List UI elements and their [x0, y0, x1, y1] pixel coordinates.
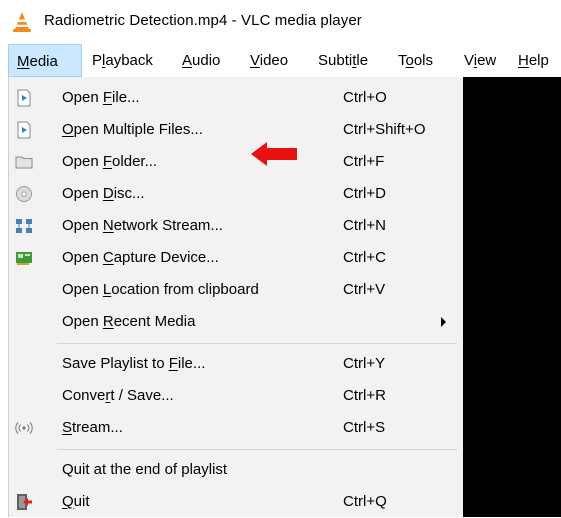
- menu-media[interactable]: Media: [8, 44, 82, 77]
- menu-bar: Media Playback Audio Video Subtitle Tool…: [0, 44, 561, 77]
- menu-item-label: Save Playlist to File...: [62, 355, 206, 372]
- menu-item-open-location-clipboard[interactable]: Open Location from clipboard Ctrl+V: [9, 274, 462, 306]
- vlc-cone-icon: [13, 12, 31, 32]
- menu-item-label: Quit: [62, 493, 90, 510]
- shortcut-label: Ctrl+F: [343, 153, 385, 170]
- shortcut-label: Ctrl+R: [343, 387, 386, 404]
- menu-item-open-multiple-files[interactable]: Open Multiple Files... Ctrl+Shift+O: [9, 114, 462, 146]
- menu-item-quit[interactable]: Quit Ctrl+Q: [9, 486, 462, 518]
- files-play-icon: [17, 121, 31, 139]
- folder-icon: [15, 156, 33, 169]
- menu-item-label: Open Multiple Files...: [62, 121, 203, 138]
- menu-item-label: Stream...: [62, 419, 123, 436]
- menu-item-label: Open Capture Device...: [62, 249, 219, 266]
- video-area[interactable]: [463, 77, 561, 517]
- menu-item-save-playlist[interactable]: Save Playlist to File... Ctrl+Y: [9, 348, 462, 380]
- menu-help[interactable]: Help: [510, 44, 557, 77]
- menu-playback[interactable]: Playback: [84, 44, 161, 77]
- menu-media-label: Media: [17, 53, 58, 70]
- menu-item-open-recent-media[interactable]: Open Recent Media: [9, 306, 462, 338]
- shortcut-label: Ctrl+C: [343, 249, 386, 266]
- menu-item-label: Open Recent Media: [62, 313, 196, 330]
- menu-video[interactable]: Video: [242, 44, 296, 77]
- red-arrow-annotation-icon: [251, 142, 297, 166]
- file-play-icon: [17, 89, 31, 107]
- menu-item-stream[interactable]: Stream... Ctrl+S: [9, 412, 462, 444]
- menu-item-label: Convert / Save...: [62, 387, 174, 404]
- shortcut-label: Ctrl+Shift+O: [343, 121, 426, 138]
- shortcut-label: Ctrl+D: [343, 185, 386, 202]
- menu-audio-label: Audio: [182, 52, 221, 69]
- menu-help-label: Help: [518, 52, 549, 69]
- capture-card-icon: [16, 252, 32, 265]
- menu-subtitle[interactable]: Subtitle: [310, 44, 376, 77]
- menu-item-label: Quit at the end of playlist: [62, 461, 228, 478]
- shortcut-label: Ctrl+O: [343, 89, 387, 106]
- media-dropdown-menu: Open File... Ctrl+O Open Multiple Files.…: [8, 77, 463, 517]
- menu-item-open-file[interactable]: Open File... Ctrl+O: [9, 82, 462, 114]
- shortcut-label: Ctrl+S: [343, 419, 386, 436]
- menu-tools-label: Tools: [398, 52, 434, 69]
- menu-item-open-capture-device[interactable]: Open Capture Device... Ctrl+C: [9, 242, 462, 274]
- menu-item-label: Open Location from clipboard: [62, 281, 259, 298]
- exit-icon: [17, 494, 32, 510]
- menu-subtitle-label: Subtitle: [318, 52, 369, 69]
- shortcut-label: Ctrl+N: [343, 217, 386, 234]
- menu-view[interactable]: View: [456, 44, 504, 77]
- shortcut-label: Ctrl+V: [343, 281, 386, 298]
- menu-separator: [57, 343, 457, 344]
- menu-item-label: Open File...: [62, 89, 140, 106]
- menu-audio[interactable]: Audio: [174, 44, 228, 77]
- menu-item-open-network-stream[interactable]: Open Network Stream... Ctrl+N: [9, 210, 462, 242]
- window-title: Radiometric Detection.mp4 - VLC media pl…: [44, 12, 362, 29]
- menu-video-label: Video: [250, 52, 289, 69]
- menu-item-label: Open Network Stream...: [62, 217, 223, 234]
- submenu-arrow-icon: [441, 317, 446, 327]
- menu-item-convert-save[interactable]: Convert / Save... Ctrl+R: [9, 380, 462, 412]
- menu-playback-label: Playback: [92, 52, 153, 69]
- menu-item-quit-end-of-playlist[interactable]: Quit at the end of playlist: [9, 454, 462, 486]
- shortcut-label: Ctrl+Y: [343, 355, 386, 372]
- title-bar: Radiometric Detection.mp4 - VLC media pl…: [0, 0, 561, 44]
- disc-icon: [16, 186, 32, 202]
- shortcut-label: Ctrl+Q: [343, 493, 387, 510]
- menu-item-open-folder[interactable]: Open Folder... Ctrl+F: [9, 146, 462, 178]
- menu-item-open-disc[interactable]: Open Disc... Ctrl+D: [9, 178, 462, 210]
- menu-view-label: View: [464, 52, 497, 69]
- menu-item-label: Open Folder...: [62, 153, 158, 170]
- menu-tools[interactable]: Tools: [390, 44, 441, 77]
- menu-separator: [57, 449, 457, 450]
- network-icon: [16, 219, 32, 233]
- menu-item-label: Open Disc...: [62, 185, 145, 202]
- broadcast-icon: [15, 422, 33, 434]
